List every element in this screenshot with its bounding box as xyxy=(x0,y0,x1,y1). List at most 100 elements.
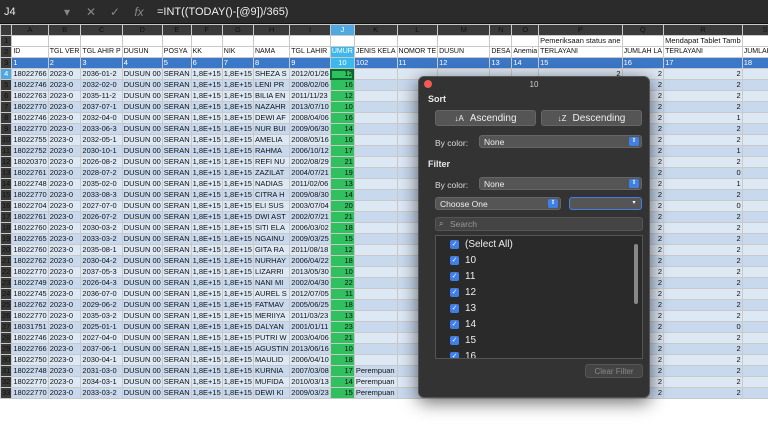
cell[interactable] xyxy=(252,35,291,47)
table-header-cell[interactable]: 13 xyxy=(489,57,513,69)
cell[interactable]: 3 xyxy=(741,233,768,245)
header-cell[interactable]: UMUR xyxy=(329,46,355,58)
row-header[interactable]: 23 xyxy=(0,277,13,289)
cell[interactable]: 2029-06-2 xyxy=(80,299,123,311)
cell[interactable]: 1,8E+15 xyxy=(190,387,223,399)
cell[interactable]: 2009/06/30 xyxy=(289,123,331,135)
cell[interactable]: DUSUN 00 xyxy=(121,321,163,333)
cell[interactable]: 2033-06-3 xyxy=(80,123,123,135)
table-header-cell[interactable]: 7 xyxy=(221,57,254,69)
cell[interactable]: 2003/07/04 xyxy=(289,200,331,212)
cell[interactable]: SERAN xyxy=(161,156,192,168)
cell[interactable]: 2033-03-2 xyxy=(80,387,123,399)
cell[interactable]: 18 xyxy=(329,255,355,267)
checkbox-checked-icon[interactable]: ✓ xyxy=(450,335,459,345)
cell[interactable]: 2023-0 xyxy=(47,211,82,223)
cell[interactable] xyxy=(353,90,398,102)
cell[interactable]: 1,8E+15 xyxy=(190,112,223,124)
cell[interactable]: 2 xyxy=(663,376,743,388)
cell[interactable]: SERAN xyxy=(161,233,192,245)
cell[interactable]: MERIIYA xyxy=(252,310,291,322)
cell[interactable]: ELI SUS xyxy=(252,200,291,212)
column-header-e[interactable]: E xyxy=(161,24,192,36)
cell[interactable]: 2023-0 xyxy=(47,189,82,201)
cell[interactable]: 3 xyxy=(741,178,768,190)
cell[interactable]: 1,8E+15 xyxy=(221,233,254,245)
cell[interactable] xyxy=(353,233,398,245)
cell[interactable]: 1 xyxy=(663,145,743,157)
cell[interactable] xyxy=(353,266,398,278)
table-header-cell[interactable]: 15 xyxy=(538,57,623,69)
cell[interactable]: SITI ELA xyxy=(252,222,291,234)
cell[interactable]: 2006/04/10 xyxy=(289,354,331,366)
cell[interactable]: DUSUN 00 xyxy=(121,178,163,190)
cell[interactable]: 1,8E+15 xyxy=(221,387,254,399)
cell[interactable]: 2023-0 xyxy=(47,354,82,366)
cell[interactable]: 1,8E+15 xyxy=(221,266,254,278)
cell[interactable]: 1,8E+15 xyxy=(221,189,254,201)
row-header[interactable]: 29 xyxy=(0,343,13,355)
cell[interactable]: GITA RA xyxy=(252,244,291,256)
cell[interactable]: SERAN xyxy=(161,244,192,256)
cell[interactable]: 15 xyxy=(329,387,355,399)
cell[interactable]: DUSUN 00 xyxy=(121,266,163,278)
cell[interactable]: 21 xyxy=(329,211,355,223)
cell[interactable]: DUSUN 00 xyxy=(121,387,163,399)
cell[interactable]: SERAN xyxy=(161,68,192,80)
cell[interactable]: 1,8E+15 xyxy=(190,68,223,80)
row-header[interactable]: 5 xyxy=(0,79,13,91)
cell[interactable]: 2003/04/06 xyxy=(289,332,331,344)
cell[interactable]: 2011/02/06 xyxy=(289,178,331,190)
cell[interactable]: 1,8E+15 xyxy=(190,222,223,234)
cell[interactable]: 2033-03-2 xyxy=(80,233,123,245)
cell[interactable]: 2 xyxy=(663,288,743,300)
cell[interactable]: 2 xyxy=(663,79,743,91)
cell[interactable]: NADIAS xyxy=(252,178,291,190)
cell[interactable]: 18022766 xyxy=(11,68,49,80)
cell[interactable]: DUSUN 00 xyxy=(121,79,163,91)
cell[interactable] xyxy=(190,35,223,47)
cell[interactable]: 1,8E+15 xyxy=(221,123,254,135)
cell[interactable]: 18022770 xyxy=(11,387,49,399)
cell[interactable]: 2 xyxy=(741,255,768,267)
table-header-cell[interactable]: 102 xyxy=(353,57,398,69)
cell[interactable]: SERAN xyxy=(161,266,192,278)
cell[interactable]: 2009/03/25 xyxy=(289,233,331,245)
cell[interactable]: 2001/01/11 xyxy=(289,321,331,333)
header-cell[interactable]: DESA xyxy=(489,46,513,58)
cell[interactable]: 10 xyxy=(329,101,355,113)
row-header[interactable]: 18 xyxy=(0,222,13,234)
cell[interactable] xyxy=(353,134,398,146)
cell[interactable]: 1,8E+15 xyxy=(221,167,254,179)
cell[interactable]: 2023-0 xyxy=(47,123,82,135)
cell[interactable]: DUSUN 00 xyxy=(121,112,163,124)
cell[interactable]: 3 xyxy=(741,387,768,399)
cell[interactable]: 1,8E+15 xyxy=(190,200,223,212)
cell[interactable]: 3 xyxy=(741,189,768,201)
table-header-cell[interactable]: 2 xyxy=(47,57,82,69)
cell[interactable]: 2023-0 xyxy=(47,376,82,388)
cell[interactable]: 2035-03-2 xyxy=(80,310,123,322)
cell[interactable]: 23 xyxy=(329,321,355,333)
cancel-icon[interactable]: ✕ xyxy=(79,5,103,19)
close-icon[interactable] xyxy=(424,80,432,88)
cell[interactable]: 2006/10/12 xyxy=(289,145,331,157)
cell[interactable]: 2023-0 xyxy=(47,321,82,333)
list-item[interactable]: ✓ 16 xyxy=(436,348,642,358)
cell[interactable]: 18031751 xyxy=(11,321,49,333)
cell[interactable]: 2023-0 xyxy=(47,299,82,311)
cell[interactable]: 2 xyxy=(663,101,743,113)
cell[interactable]: 3 xyxy=(741,365,768,377)
cell[interactable]: SERAN xyxy=(161,310,192,322)
cell[interactable]: 18022746 xyxy=(11,79,49,91)
row-header[interactable]: 2 xyxy=(0,46,13,58)
row-header[interactable]: 8 xyxy=(0,112,13,124)
cell[interactable]: 1,8E+15 xyxy=(221,310,254,322)
cell[interactable]: 2 xyxy=(663,68,743,80)
cell[interactable]: 1,8E+15 xyxy=(190,365,223,377)
cell[interactable]: 18022763 xyxy=(11,90,49,102)
cell[interactable]: 2025-01-1 xyxy=(80,321,123,333)
row-header[interactable]: 6 xyxy=(0,90,13,102)
cell[interactable]: AGUSTIN xyxy=(252,343,291,355)
cell[interactable]: DEWI AF xyxy=(252,112,291,124)
